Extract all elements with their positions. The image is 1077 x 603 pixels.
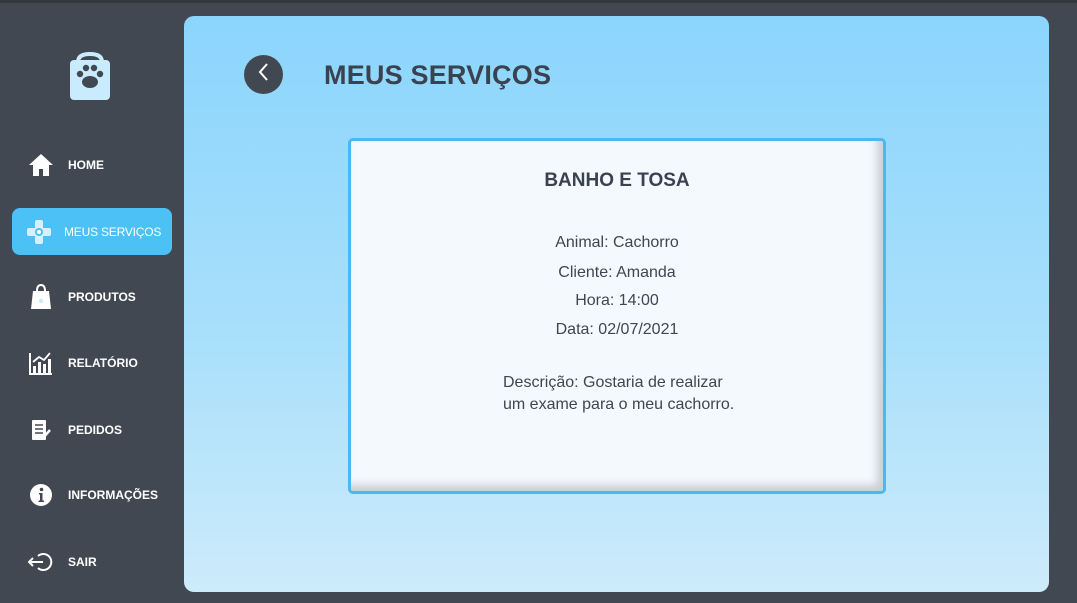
service-description: Descrição: Gostaria de realizar um exame… [503,372,763,416]
chart-icon [26,348,56,378]
sidebar-item-home[interactable]: HOME [12,141,172,188]
clipboard-icon [26,415,56,445]
main-panel: MEUS SERVIÇOS BANHO E TOSA Animal: Cacho… [184,16,1049,592]
sidebar-item-label: PRODUTOS [68,289,136,304]
back-button[interactable] [244,55,283,94]
service-title: BANHO E TOSA [544,170,690,191]
sidebar-item-meus-servicos[interactable]: MEUS SERVIÇOS [12,208,172,255]
description-line-2: um exame para o meu cachorro. [503,396,735,413]
home-icon [26,150,56,180]
sidebar-item-label: INFORMAÇÕES [68,487,158,502]
service-card: BANHO E TOSA Animal: Cachorro Cliente: A… [348,138,886,494]
sidebar-item-sair[interactable]: SAIR [12,538,172,585]
sidebar-item-label: HOME [68,157,104,172]
chevron-left-icon [257,62,271,87]
sidebar-item-informacoes[interactable]: INFORMAÇÕES [12,471,172,518]
sidebar-item-relatorio[interactable]: RELATÓRIO [12,339,172,386]
sidebar: HOME MEUS SERVIÇOS PRODUTOS RELATÓRIO PE… [0,0,184,603]
sidebar-item-produtos[interactable]: PRODUTOS [12,273,172,320]
paw-bag-icon [70,51,110,100]
service-animal: Animal: Cachorro [555,234,679,251]
logout-icon [26,547,56,577]
sidebar-item-label: PEDIDOS [68,422,123,437]
sidebar-item-label: RELATÓRIO [68,355,138,370]
description-line-1: Descrição: Gostaria de realizar [503,374,723,391]
service-time: Hora: 14:00 [575,292,659,309]
service-client: Cliente: Amanda [558,264,676,281]
sidebar-item-pedidos[interactable]: PEDIDOS [12,406,172,453]
page-title: MEUS SERVIÇOS [324,60,552,90]
service-date: Data: 02/07/2021 [555,321,679,338]
services-icon [24,217,54,247]
sidebar-item-label: SAIR [68,554,97,569]
info-icon [26,480,56,510]
shopping-bag-icon [26,282,56,312]
sidebar-item-label: MEUS SERVIÇOS [64,224,162,239]
